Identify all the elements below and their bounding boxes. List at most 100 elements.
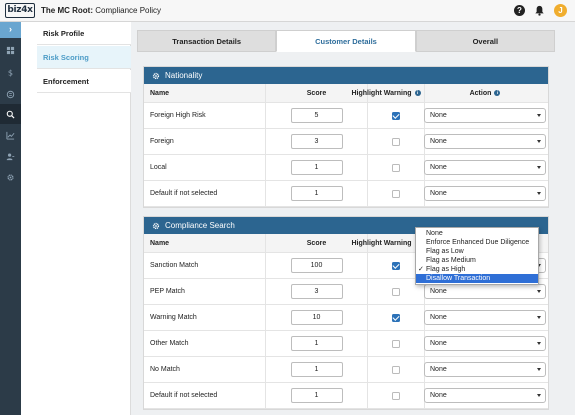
column-header-name: Name [144,234,266,252]
highlight-warning-checkbox[interactable] [392,287,400,296]
action-select-value: None [430,392,447,399]
action-cell: None [422,357,548,382]
highlight-warning-checkbox[interactable] [392,163,400,172]
action-cell: None [422,383,548,408]
user-avatar-icon[interactable]: J [554,4,567,17]
panel-header: Nationality [144,67,548,84]
highlight-warning-checkbox[interactable] [392,111,400,120]
action-select[interactable]: None [424,108,546,123]
row-name: Sanction Match [144,253,266,278]
row-name: Default if not selected [144,383,266,408]
page-title-section: Compliance Policy [93,6,162,15]
table-row: Local 1 None [144,155,548,181]
action-select[interactable]: None [424,336,546,351]
table-row: Default if not selected 1 None [144,383,548,409]
action-dropdown-menu[interactable]: None Enforce Enhanced Due Diligence Flag a… [415,227,539,285]
expand-menu-icon[interactable]: › [0,22,21,38]
dropdown-option[interactable]: Disallow Transaction [416,274,538,283]
gear-icon [152,222,160,229]
column-header-highlight: Highlight Warningi [351,84,425,102]
highlight-warning-checkbox[interactable] [392,137,400,146]
gear-icon [152,72,160,79]
tab-overall[interactable]: Overall [415,30,555,52]
page-title: The MC Root: Compliance Policy [41,6,161,15]
chevron-down-icon [537,316,541,319]
action-select[interactable]: None [424,160,546,175]
table-header: Name Score Highlight Warningi Actioni [144,84,548,103]
highlight-warning-checkbox[interactable] [392,365,400,374]
highlight-cell [368,129,425,154]
column-header-action-label: Action [469,89,492,97]
highlight-cell [368,331,425,356]
dropdown-option[interactable]: Flag as Medium [416,256,538,265]
info-icon[interactable]: i [414,90,421,96]
action-select[interactable]: None [424,388,546,403]
info-icon[interactable]: i [494,90,501,96]
dropdown-option-label: Enforce Enhanced Due Diligence [426,239,530,246]
highlight-cell [368,305,425,330]
dropdown-option-label: Flag as Low [426,248,464,255]
score-cell: 1 [266,331,368,356]
action-select[interactable]: None [424,186,546,201]
dashboard-icon[interactable] [0,40,21,60]
action-select-value: None [430,340,447,347]
score-input[interactable]: 100 [290,258,343,273]
action-select-value: None [430,366,447,373]
score-cell: 10 [266,305,368,330]
dropdown-option[interactable]: ✓ Flag as High [416,265,538,274]
highlight-warning-checkbox[interactable] [392,391,400,400]
users-icon[interactable] [0,146,21,166]
help-icon[interactable]: ? [514,5,525,16]
score-input[interactable]: 5 [290,108,343,123]
score-cell: 3 [266,279,368,304]
score-input[interactable]: 3 [290,134,343,149]
highlight-warning-checkbox[interactable] [392,261,400,270]
action-select-value: None [430,138,447,145]
panel-title: Nationality [165,71,203,80]
action-select-value: None [430,314,447,321]
row-name: Warning Match [144,305,266,330]
chart-icon[interactable] [0,125,21,145]
gear-icon[interactable] [0,167,21,187]
action-select[interactable]: None [424,284,546,299]
exchange-icon[interactable] [0,84,21,104]
column-header-action: Actioni [422,84,548,102]
action-select[interactable]: None [424,362,546,377]
dropdown-option-label: Flag as Medium [426,257,476,264]
highlight-warning-checkbox[interactable] [392,313,400,322]
score-cell: 5 [266,103,368,128]
tab-transaction-details[interactable]: Transaction Details [137,30,277,52]
score-input[interactable]: 1 [290,336,343,351]
chevron-down-icon [537,140,541,143]
bell-icon[interactable] [534,5,545,16]
dollar-icon[interactable]: $ [0,62,21,82]
search-icon[interactable] [0,104,21,124]
action-select[interactable]: None [424,310,546,325]
table-row: No Match 1 None [144,357,548,383]
dropdown-option[interactable]: None [416,229,538,238]
tab-customer-details[interactable]: Customer Details [276,30,416,52]
score-input[interactable]: 1 [290,362,343,377]
icon-rail: › $ [0,22,21,415]
highlight-warning-checkbox[interactable] [392,189,400,198]
score-input[interactable]: 3 [290,284,343,299]
action-select[interactable]: None [424,134,546,149]
dropdown-option[interactable]: Enforce Enhanced Due Diligence [416,238,538,247]
score-cell: 1 [266,357,368,382]
action-cell: None [422,331,548,356]
score-input[interactable]: 1 [290,186,343,201]
score-input[interactable]: 1 [290,388,343,403]
highlight-warning-checkbox[interactable] [392,339,400,348]
score-cell: 1 [266,155,368,180]
score-input[interactable]: 10 [290,310,343,325]
checkmark-icon: ✓ [418,266,424,273]
highlight-cell [368,181,425,206]
highlight-cell [368,383,425,408]
column-header-highlight-label: Highlight Warning [351,89,412,97]
app-logo[interactable]: biz4x [5,3,35,18]
dropdown-option[interactable]: Flag as Low [416,247,538,256]
score-input[interactable]: 1 [290,160,343,175]
table-row: Other Match 1 None [144,331,548,357]
action-select-value: None [430,190,447,197]
table-row: Default if not selected 1 None [144,181,548,207]
